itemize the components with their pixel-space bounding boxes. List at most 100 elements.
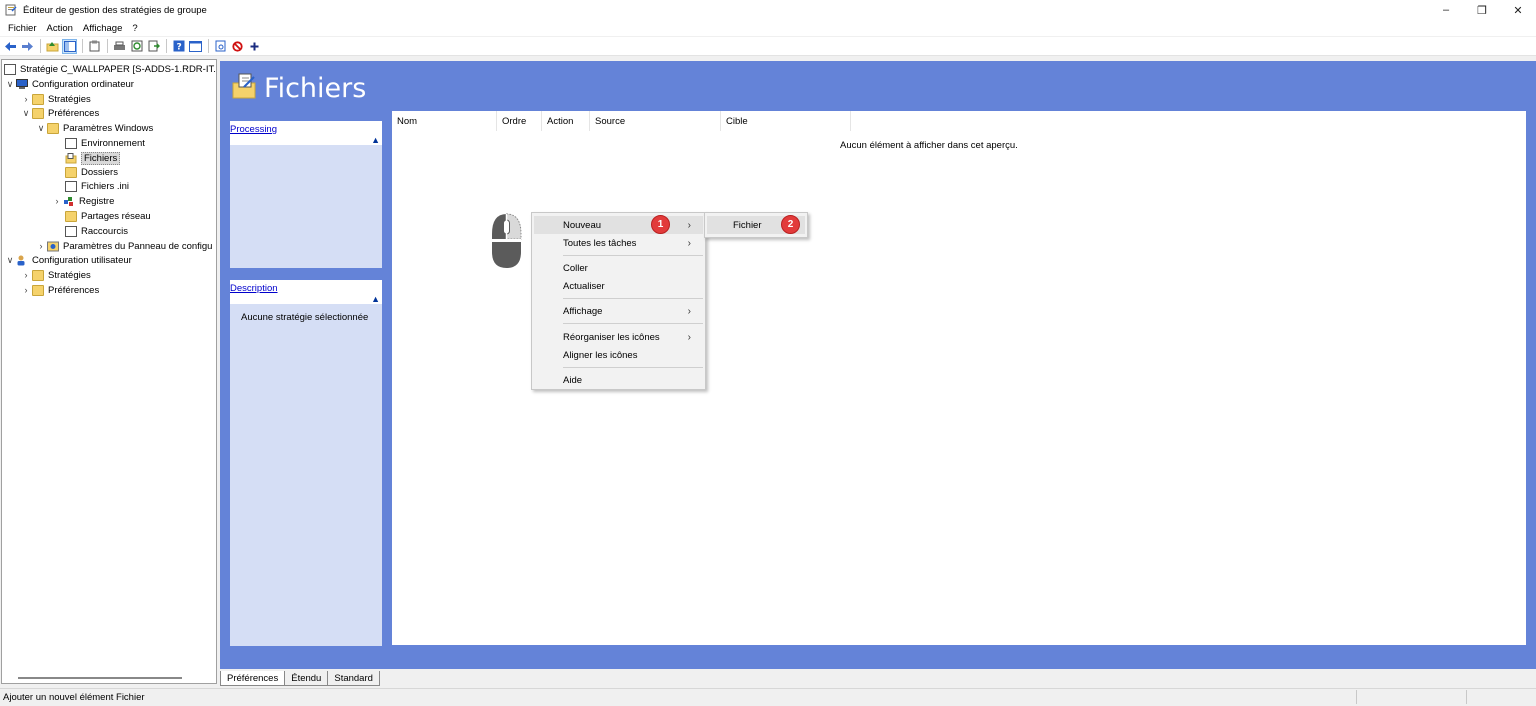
step-badge-1: 1 [651,215,670,234]
menu-item-affichage[interactable]: Affichage › [534,302,703,320]
maximize-button[interactable]: ❐ [1464,0,1500,20]
menu-action[interactable]: Action [42,23,78,34]
print-icon[interactable] [112,39,127,54]
chevron-right-icon[interactable]: › [51,196,63,206]
tab-etendu[interactable]: Étendu [284,671,329,686]
help-icon[interactable]: ? [171,39,186,54]
menu-item-toutes-les-taches[interactable]: Toutes les tâches › [534,234,703,252]
tree-node-computer-preferences[interactable]: ∨ Préférences [20,106,99,120]
refresh-icon[interactable] [129,39,144,54]
chevron-down-icon[interactable]: ∨ [35,123,47,134]
folder-icon [32,284,44,296]
toolbar-separator [107,39,108,53]
plus-icon[interactable] [247,39,262,54]
chevron-down-icon[interactable]: ∨ [4,255,16,266]
tree-node-windows-settings[interactable]: ∨ Paramètres Windows [35,121,153,135]
tree-node-files[interactable]: Fichiers [65,151,121,165]
processing-link[interactable]: Processing [230,124,277,135]
up-folder-icon[interactable] [45,39,60,54]
new-item-icon[interactable] [213,39,228,54]
forward-icon[interactable] [20,39,35,54]
tree-node-user-preferences[interactable]: › Préférences [20,283,99,297]
menu-item-actualiser[interactable]: Actualiser [534,277,703,295]
properties-icon[interactable] [188,39,203,54]
step-badge-2: 2 [781,215,800,234]
chevron-right-icon[interactable]: › [35,241,47,251]
menu-item-nouveau[interactable]: Nouveau › [534,216,703,234]
minimize-button[interactable]: – [1428,0,1464,20]
tab-preferences[interactable]: Préférences [220,671,286,686]
tree-node-user-strategies[interactable]: › Stratégies [20,268,91,282]
block-icon[interactable] [230,39,245,54]
empty-message: Aucun élément à afficher dans cet aperçu… [840,140,1018,151]
console-tree-icon[interactable] [62,38,77,54]
chevron-right-icon[interactable]: › [20,94,32,104]
status-bar: Ajouter un nouvel élément Fichier [0,688,1536,706]
toolbar-separator [208,39,209,53]
description-panel: Description ▲ Aucune stratégie sélection… [230,280,382,646]
chevron-down-icon[interactable]: ∨ [4,79,16,90]
title-bar: Éditeur de gestion des stratégies de gro… [0,0,1536,20]
menu-separator [563,255,703,256]
chevron-right-icon: › [687,219,691,231]
chevron-right-icon[interactable]: › [20,270,32,280]
tree-node-registry[interactable]: › Registre [51,194,115,208]
column-cible[interactable]: Cible [721,111,851,131]
context-menu: Nouveau › Toutes les tâches › Coller Act… [531,212,706,390]
console-tree[interactable]: Stratégie C_WALLPAPER [S-ADDS-1.RDR-IT.L… [1,59,217,684]
collapse-icon[interactable]: ▲ [371,135,380,145]
network-share-icon [65,210,77,222]
status-divider [1466,690,1467,704]
tree-node-network-shares[interactable]: Partages réseau [65,209,151,223]
chevron-right-icon: › [687,237,691,249]
chevron-down-icon[interactable]: ∨ [20,108,32,119]
tree-node-user-config[interactable]: ∨ Configuration utilisateur [4,253,132,267]
horizontal-scrollbar[interactable] [18,677,182,679]
tree-node-folders[interactable]: Dossiers [65,165,118,179]
folder-icon [32,93,44,105]
files-icon [65,152,77,164]
tree-node-ini-files[interactable]: Fichiers .ini [65,179,129,193]
tab-standard[interactable]: Standard [327,671,380,686]
page-title: Fichiers [264,73,367,104]
collapse-icon[interactable]: ▲ [371,294,380,304]
folder-icon [32,107,44,119]
column-nom[interactable]: Nom [392,111,497,131]
menu-separator [563,298,703,299]
processing-header: Processing ▲ [230,121,382,145]
column-source[interactable]: Source [590,111,721,131]
menu-item-reorganiser-icones[interactable]: Réorganiser les icônes › [534,328,703,346]
tree-node-computer-strategies[interactable]: › Stratégies [20,92,91,106]
toolbar-separator [40,39,41,53]
menu-affichage[interactable]: Affichage [78,23,127,34]
chevron-right-icon: › [687,331,691,343]
menu-item-coller[interactable]: Coller [534,259,703,277]
user-icon [16,255,28,266]
clipboard-icon[interactable] [87,39,102,54]
svg-text:?: ? [176,43,181,53]
folder-icon [32,269,44,281]
menu-fichier[interactable]: Fichier [3,23,42,34]
policy-icon [4,63,16,75]
close-button[interactable]: ✕ [1500,0,1536,20]
back-icon[interactable] [3,39,18,54]
tree-node-environment[interactable]: Environnement [65,136,145,150]
column-action[interactable]: Action [542,111,590,131]
chevron-right-icon[interactable]: › [20,285,32,295]
computer-icon [16,78,28,90]
tree-node-shortcuts[interactable]: Raccourcis [65,224,128,238]
processing-panel: Processing ▲ [230,121,382,268]
tree-node-computer-config[interactable]: ∨ Configuration ordinateur [4,77,134,91]
tree-node-policy[interactable]: Stratégie C_WALLPAPER [S-ADDS-1.RDR-IT.L… [4,62,216,76]
control-panel-icon [47,241,59,252]
folder-icon [65,166,77,178]
toolbar: ? [0,37,1536,56]
menu-item-aide[interactable]: Aide [534,371,703,389]
shortcut-icon [65,225,77,237]
tree-node-control-panel-settings[interactable]: › Paramètres du Panneau de configu [35,239,213,253]
column-ordre[interactable]: Ordre [497,111,542,131]
menu-help[interactable]: ? [127,23,142,34]
export-icon[interactable] [146,39,161,54]
menu-item-aligner-icones[interactable]: Aligner les icônes [534,346,703,364]
description-link[interactable]: Description [230,283,278,294]
